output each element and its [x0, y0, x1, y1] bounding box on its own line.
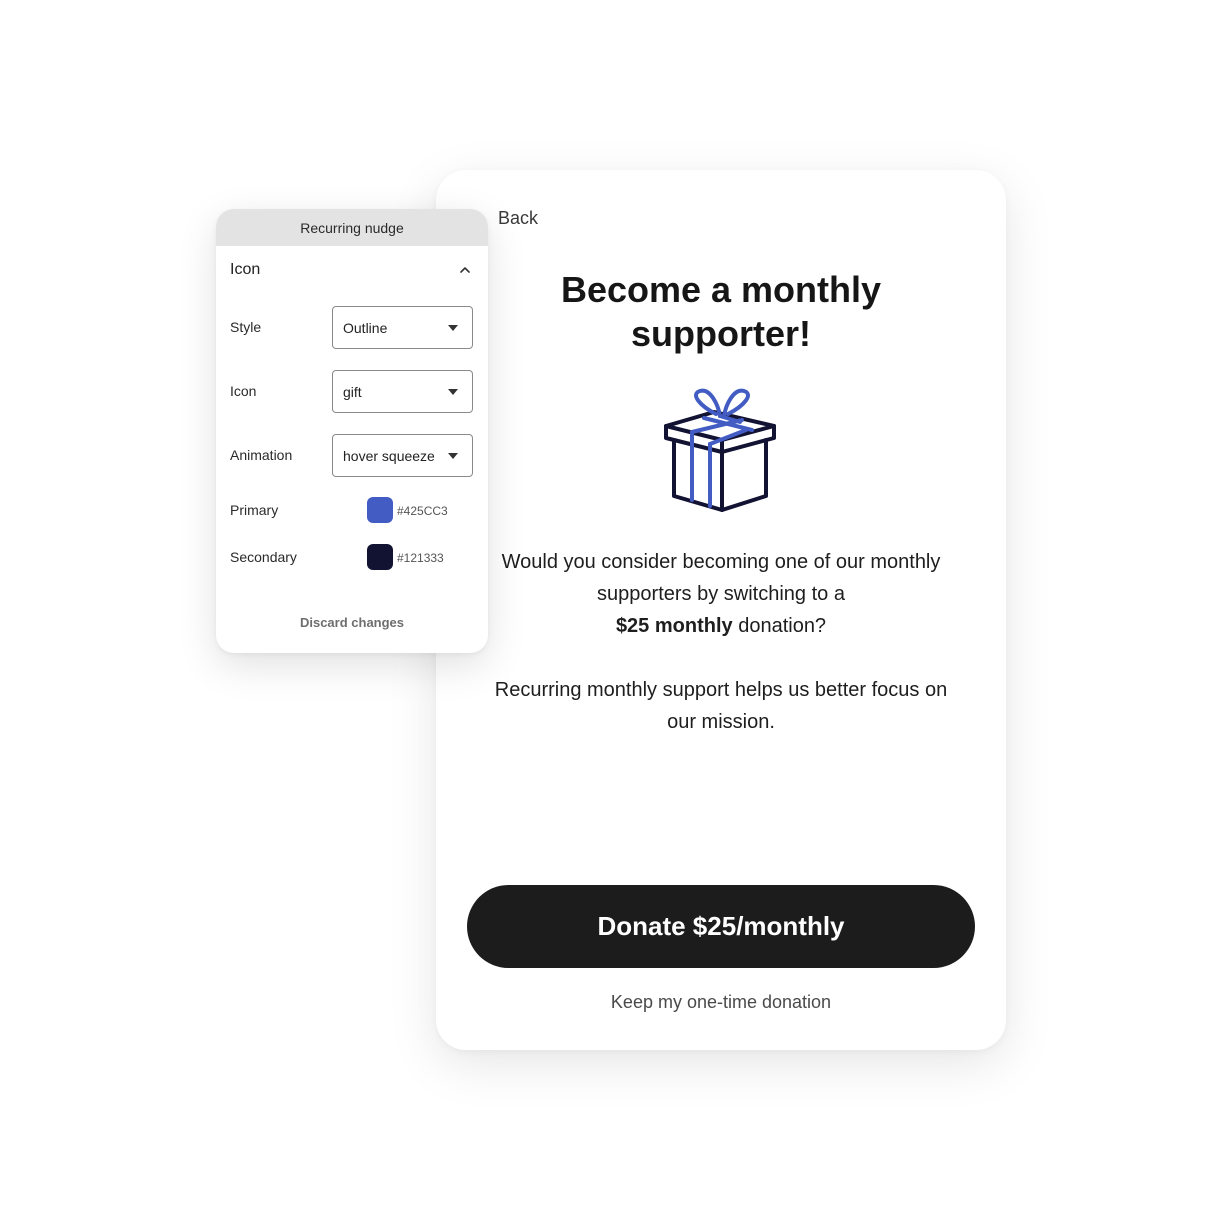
style-select[interactable]: Outline	[332, 306, 473, 349]
primary-color-swatch[interactable]	[367, 497, 393, 523]
style-label: Style	[230, 319, 262, 335]
caret-down-icon	[448, 453, 458, 459]
panel-header: Recurring nudge	[216, 209, 488, 246]
caret-down-icon	[448, 389, 458, 395]
animation-select-value: hover squeeze	[343, 447, 435, 464]
caret-down-icon	[448, 325, 458, 331]
donation-amount-bold: $25 monthly	[615, 615, 733, 637]
recurring-nudge-panel: Recurring nudge Icon Style Outline Icon …	[216, 209, 488, 653]
secondary-label: Secondary	[230, 549, 297, 565]
icon-label: Icon	[230, 383, 257, 399]
question-line-2: supporters by switching to a	[597, 583, 845, 605]
question-line-3: $25 monthly donation?	[436, 610, 1006, 642]
mission-line-2: our mission.	[667, 711, 775, 733]
primary-label: Primary	[230, 502, 279, 518]
section-title: Icon	[230, 261, 261, 278]
keep-one-time-link[interactable]: Keep my one-time donation	[436, 992, 1006, 1013]
secondary-hex: #121333	[397, 551, 444, 565]
secondary-color-swatch[interactable]	[367, 544, 393, 570]
question-rest: donation?	[732, 615, 827, 637]
page-title: Become a monthly supporter!	[436, 268, 1006, 356]
mission-text: Recurring monthly support helps us bette…	[436, 674, 1006, 738]
question-line-1: Would you consider becoming one of our m…	[501, 551, 941, 573]
title-line-2: supporter!	[631, 313, 811, 354]
discard-changes-button[interactable]: Discard changes	[216, 615, 488, 630]
mission-line-1: Recurring monthly support helps us bette…	[494, 679, 948, 701]
donate-monthly-button[interactable]: Donate $25/monthly	[467, 885, 975, 968]
gift-icon	[664, 388, 776, 512]
icon-select-value: gift	[343, 383, 362, 400]
donation-card: Back Become a monthly supporter! Would y…	[436, 170, 1006, 1050]
title-line-1: Become a monthly	[560, 269, 882, 310]
animation-select[interactable]: hover squeeze	[332, 434, 473, 477]
monthly-question: Would you consider becoming one of our m…	[436, 546, 1006, 642]
icon-section-toggle[interactable]: Icon	[230, 261, 472, 279]
back-link[interactable]: Back	[498, 208, 538, 229]
icon-select[interactable]: gift	[332, 370, 473, 413]
animation-label: Animation	[230, 447, 293, 463]
primary-hex: #425CC3	[397, 504, 448, 518]
style-select-value: Outline	[343, 319, 388, 336]
chevron-up-icon	[460, 267, 470, 273]
